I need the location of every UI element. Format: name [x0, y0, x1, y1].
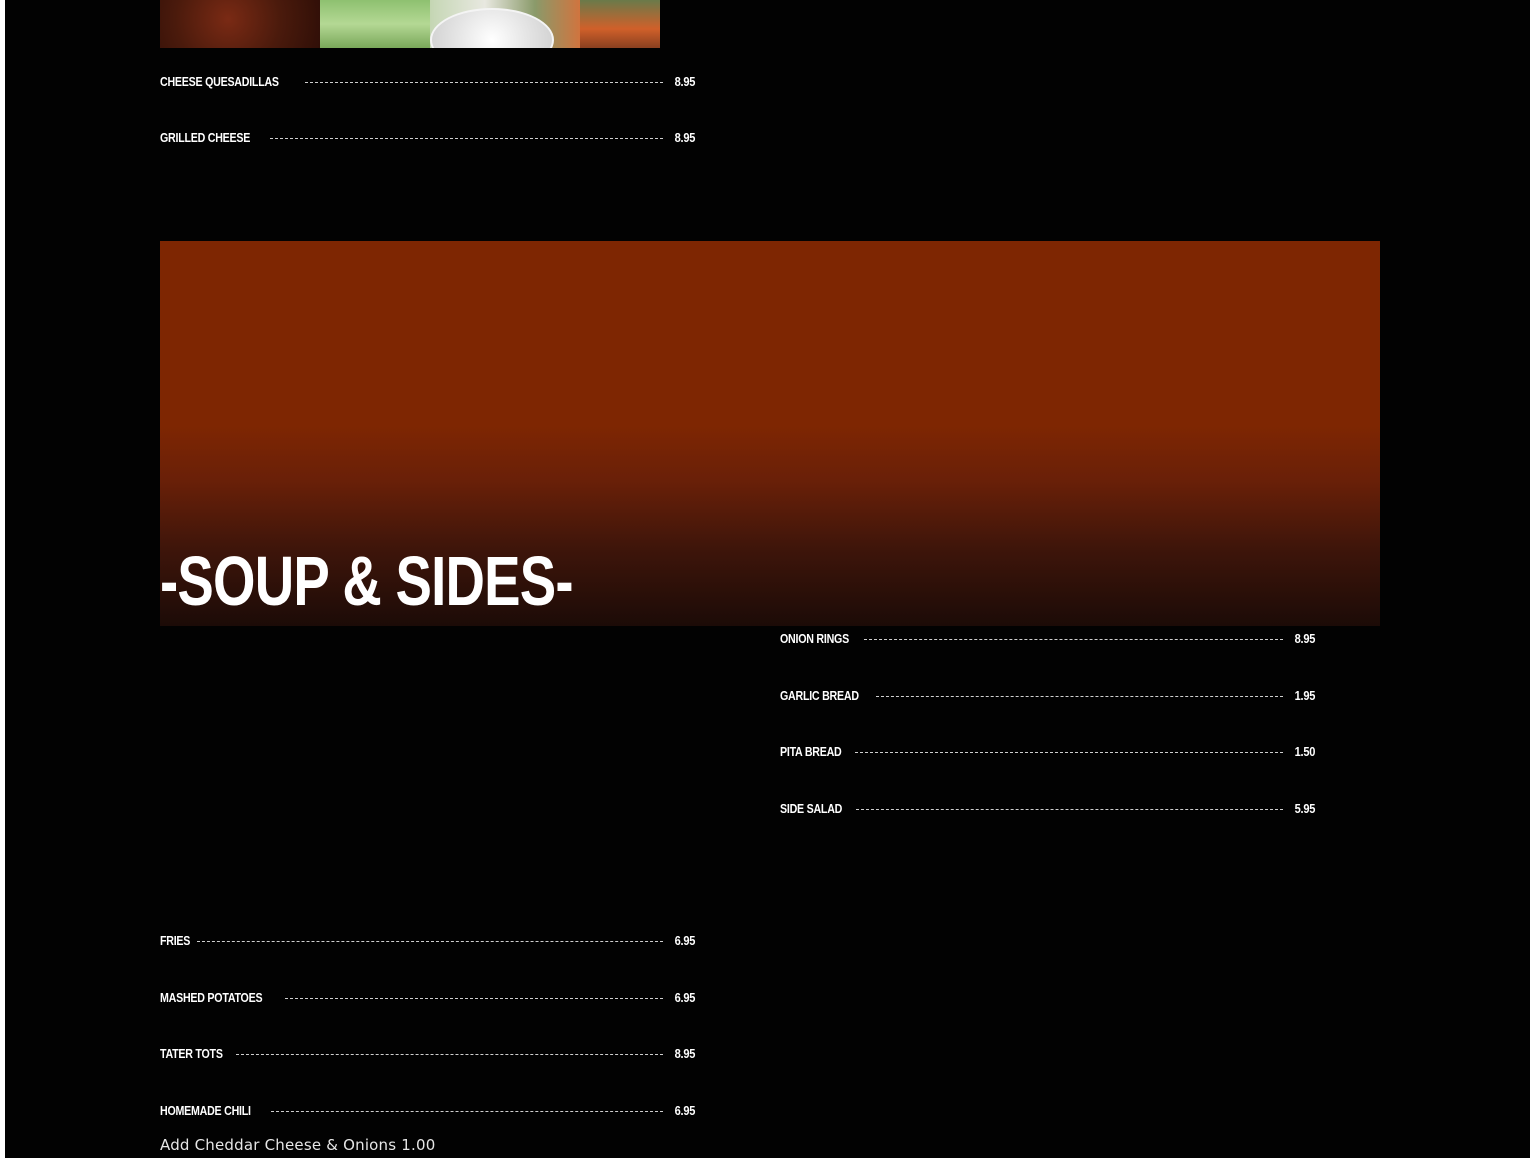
menu-item-name: FRIES	[160, 932, 191, 948]
menu-item-name: GARLIC BREAD	[780, 687, 859, 703]
menu-item: TATER TOTS 8.95	[160, 1043, 695, 1063]
menu-item: FRIES 6.95	[160, 930, 695, 950]
menu-item: GRILLED CHEESE 8.95	[160, 127, 695, 147]
photo-food-meat	[160, 0, 330, 48]
dotted-leader	[236, 1053, 663, 1055]
menu-item-price: 1.95	[1294, 687, 1316, 703]
menu-item: GARLIC BREAD 1.95	[780, 685, 1315, 705]
section-title: -SOUP & SIDES-	[160, 542, 574, 620]
dotted-leader	[876, 695, 1283, 697]
dotted-leader	[855, 808, 1283, 810]
photo-sauce-cup	[430, 8, 554, 48]
dotted-leader	[269, 137, 663, 139]
dotted-leader	[284, 997, 663, 999]
menu-item-name: CHEESE QUESADILLAS	[160, 73, 279, 89]
menu-item-price: 6.95	[674, 989, 696, 1005]
photo-food-veggies	[580, 0, 660, 48]
menu-item-price: 8.95	[1294, 630, 1316, 646]
menu-item-price: 6.95	[674, 1102, 696, 1118]
menu-item-name: HOMEMADE CHILI	[160, 1102, 251, 1118]
menu-item: PITA BREAD 1.50	[780, 741, 1315, 761]
item-note: Add Cheddar Cheese & Onions 1.00	[160, 1136, 436, 1154]
menu-item: CHEESE QUESADILLAS 8.95	[160, 71, 695, 91]
menu-item-price: 1.50	[1294, 743, 1316, 759]
dotted-leader	[855, 751, 1283, 753]
soup-sides-banner: -SOUP & SIDES-	[160, 241, 1380, 626]
menu-item-name: TATER TOTS	[160, 1045, 223, 1061]
menu-item-price: 5.95	[1294, 800, 1316, 816]
food-photo	[160, 0, 660, 48]
menu-item-name: ONION RINGS	[780, 630, 849, 646]
menu-item: HOMEMADE CHILI 6.95	[160, 1100, 695, 1120]
menu-item: ONION RINGS 8.95	[780, 628, 1315, 648]
menu-item-name: SIDE SALAD	[780, 800, 843, 816]
menu-item-price: 8.95	[674, 1045, 696, 1061]
menu-item-price: 8.95	[674, 129, 696, 145]
dotted-leader	[864, 638, 1283, 640]
menu-item-name: GRILLED CHEESE	[160, 129, 251, 145]
menu-item: MASHED POTATOES 6.95	[160, 987, 695, 1007]
dotted-leader	[196, 940, 663, 942]
photo-food-lettuce	[320, 0, 430, 48]
menu-item-name: MASHED POTATOES	[160, 989, 263, 1005]
dotted-leader	[270, 1110, 663, 1112]
menu-item-name: PITA BREAD	[780, 743, 842, 759]
dotted-leader	[304, 81, 663, 83]
menu-item-price: 6.95	[674, 932, 696, 948]
menu-item-price: 8.95	[674, 73, 696, 89]
menu-page: CHEESE QUESADILLAS 8.95 GRILLED CHEESE 8…	[5, 0, 1530, 1158]
menu-item: SIDE SALAD 5.95	[780, 798, 1315, 818]
